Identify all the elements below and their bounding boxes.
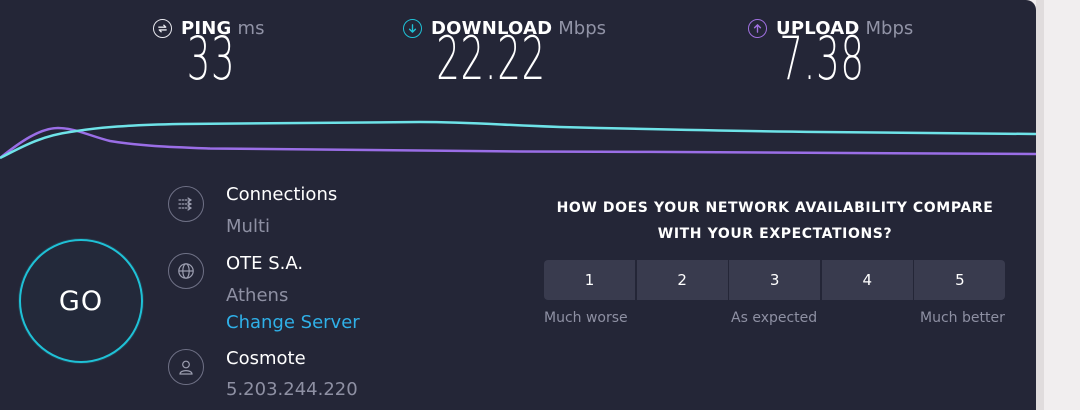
rating-button-1[interactable]: 1 xyxy=(544,260,635,300)
survey-question: HOW DOES YOUR NETWORK AVAILABILITY COMPA… xyxy=(544,195,1006,247)
globe-icon xyxy=(168,253,204,289)
connections-icon xyxy=(168,186,204,222)
rating-button-2[interactable]: 2 xyxy=(636,260,728,300)
survey-question-line2: WITH YOUR EXPECTATIONS? xyxy=(657,226,893,242)
scale-label-high: Much better xyxy=(920,310,1005,326)
change-server-link[interactable]: Change Server xyxy=(226,312,360,333)
speedtest-panel: PING ms 33 DOWNLOAD Mbps 22.22 UPLOAD Mb… xyxy=(0,0,1036,410)
download-value: 22.22 xyxy=(436,24,546,94)
rating-scale: 1 2 3 4 5 xyxy=(544,260,1006,300)
upload-value: 7.38 xyxy=(779,24,865,94)
connections-title: Connections xyxy=(226,184,338,205)
scale-label-low: Much worse xyxy=(544,310,628,326)
connections-value: Multi xyxy=(226,216,270,237)
survey-question-line1: HOW DOES YOUR NETWORK AVAILABILITY COMPA… xyxy=(556,200,994,216)
rating-button-5[interactable]: 5 xyxy=(914,260,1006,300)
user-icon xyxy=(168,349,204,385)
scale-label-mid: As expected xyxy=(731,310,818,326)
rating-button-3[interactable]: 3 xyxy=(729,260,821,300)
provider-ip: 5.203.244.220 xyxy=(226,379,358,400)
speed-graph xyxy=(0,120,1036,160)
ping-value: 33 xyxy=(186,24,236,94)
rating-button-4[interactable]: 4 xyxy=(821,260,913,300)
server-name: OTE S.A. xyxy=(226,253,304,274)
go-button[interactable]: GO xyxy=(19,239,143,363)
window-edge xyxy=(1036,0,1044,410)
provider-name: Cosmote xyxy=(226,348,306,369)
server-location: Athens xyxy=(226,285,289,306)
